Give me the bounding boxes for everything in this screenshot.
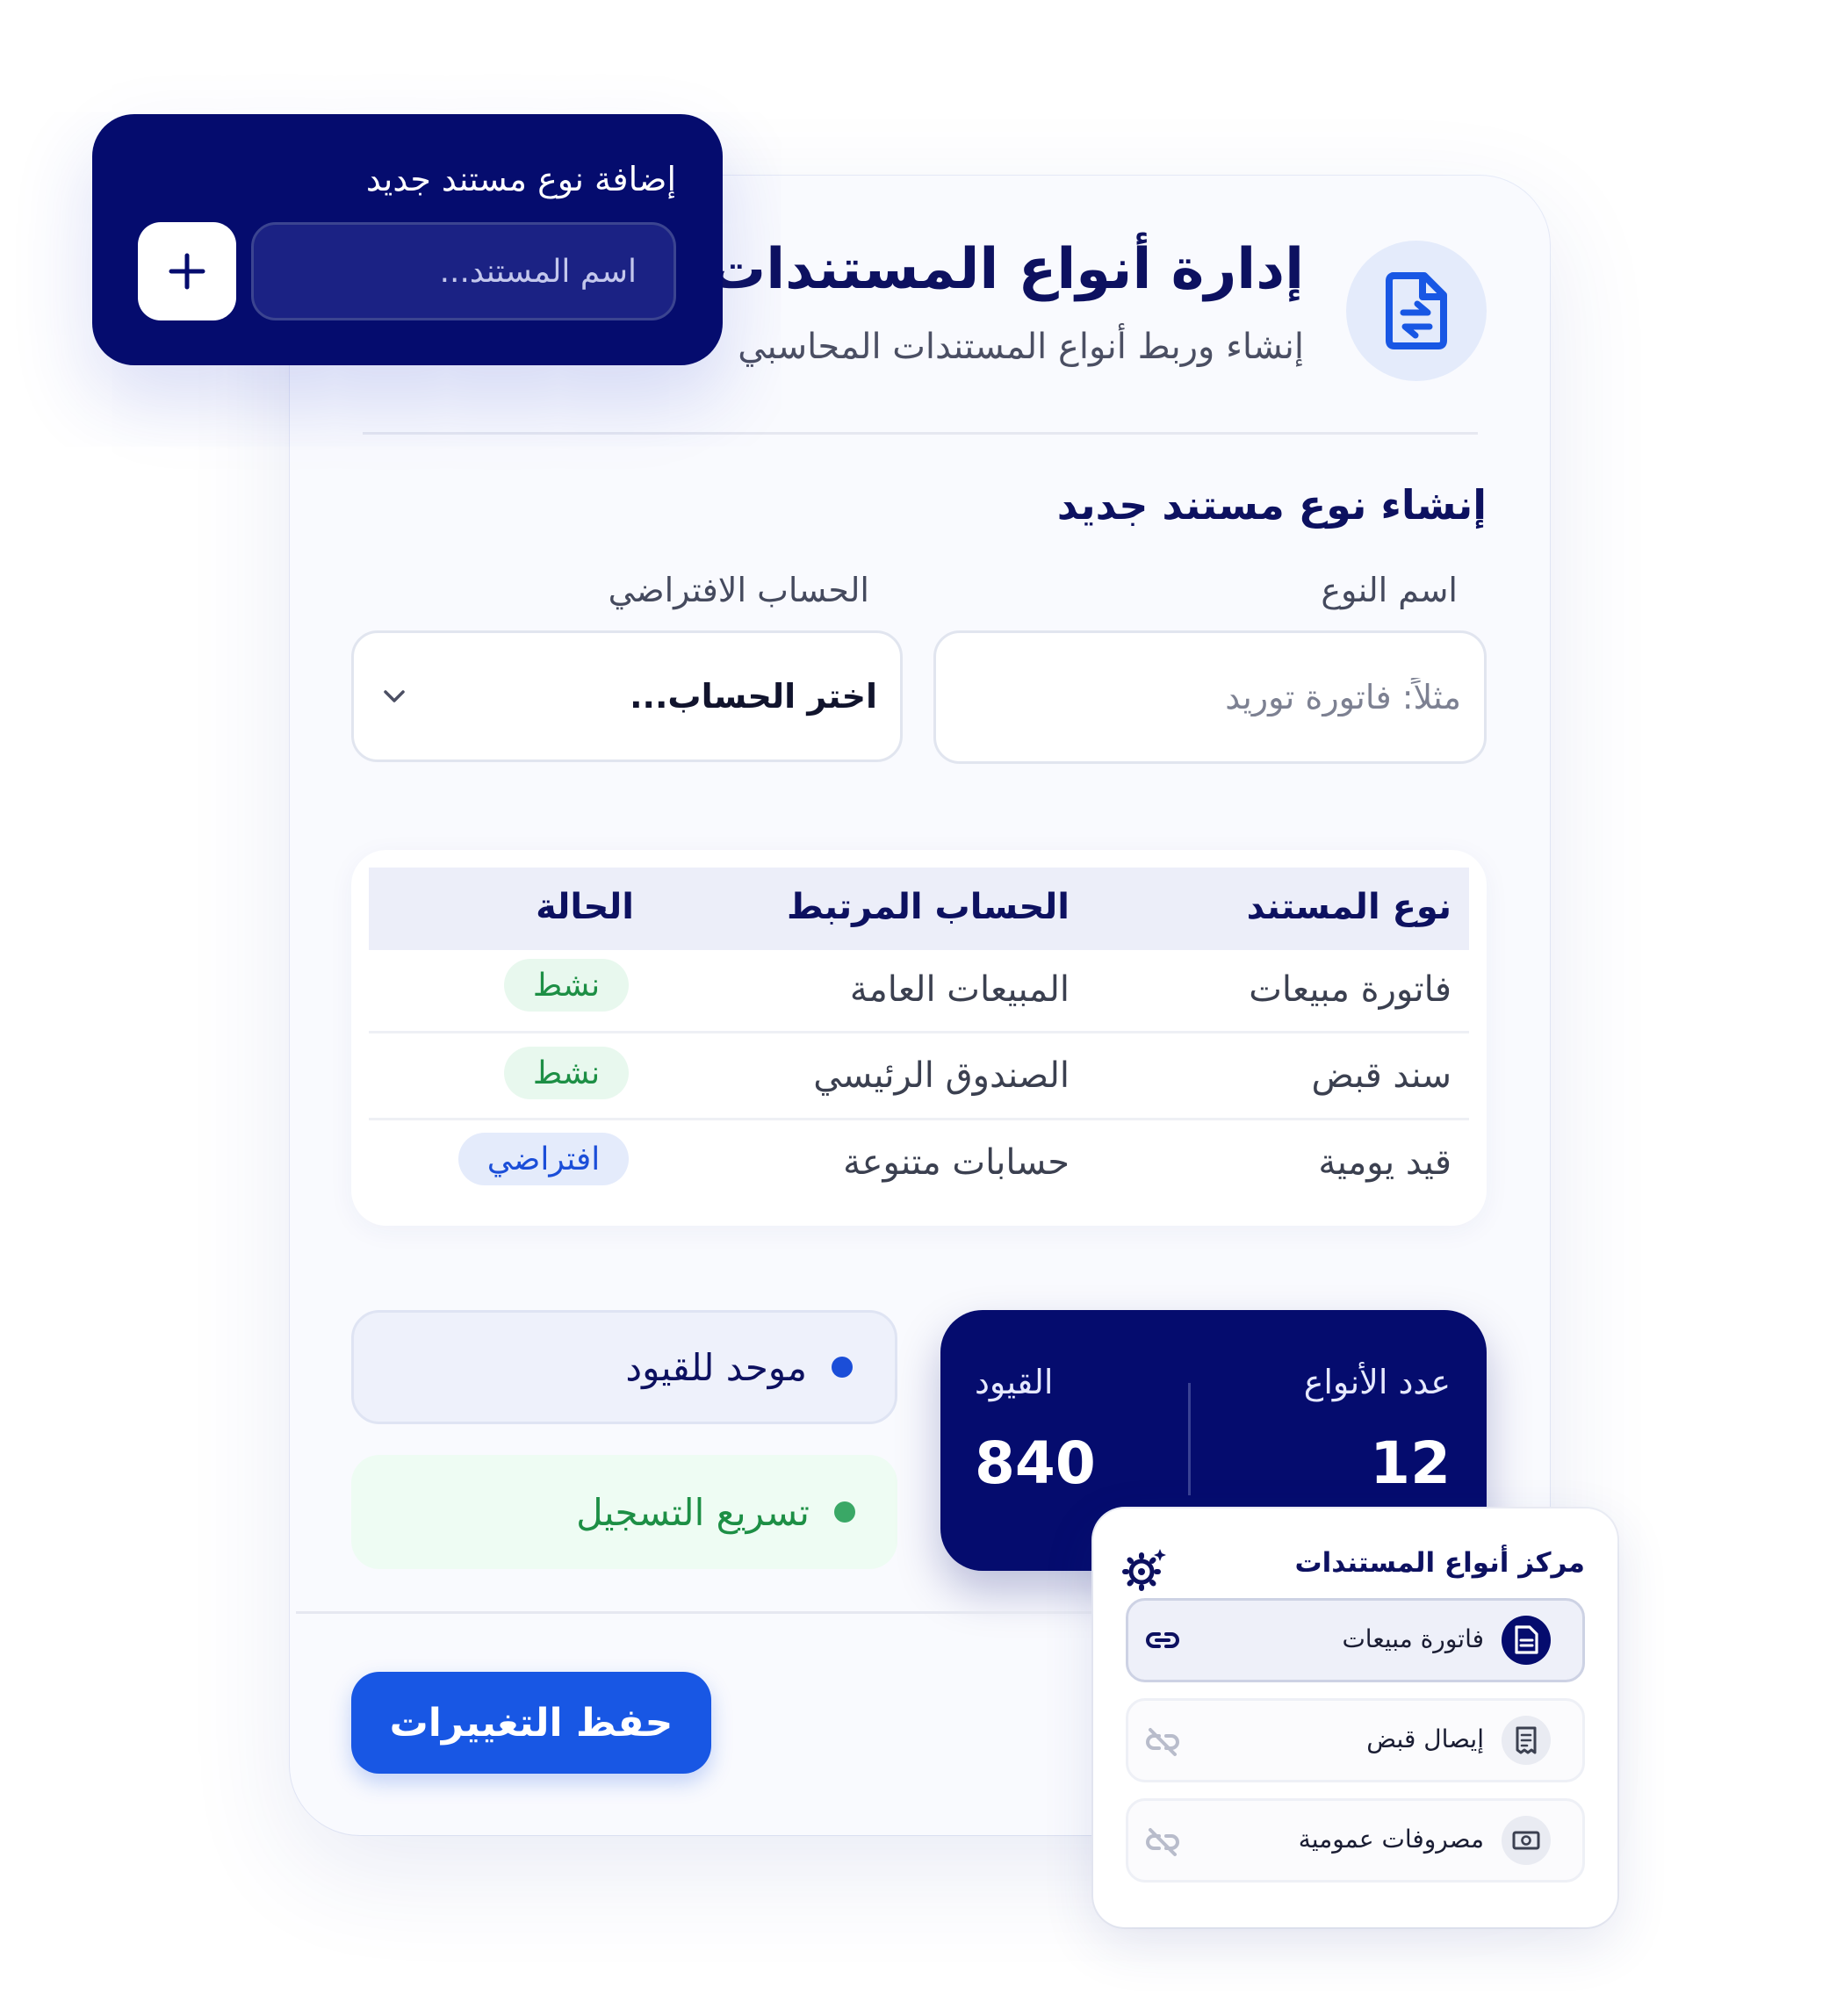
row-2-account: الصندوق الرئيسي: [813, 1055, 1070, 1096]
add-document-button[interactable]: [138, 222, 236, 320]
column-header-status: الحالة: [536, 887, 634, 927]
status-badge: نشط: [504, 1047, 629, 1099]
column-header-type: نوع المستند: [1246, 887, 1451, 927]
type-name-field[interactable]: [933, 630, 1487, 764]
page-subtitle: إنشاء وربط أنواع المستندات المحاسبي: [738, 327, 1304, 367]
unlink-icon[interactable]: [1143, 1723, 1182, 1761]
center-item-label: مصروفات عمومية: [1298, 1825, 1484, 1854]
header-divider: [363, 432, 1478, 435]
unlink-icon[interactable]: [1143, 1823, 1182, 1861]
type-name-input[interactable]: [959, 678, 1461, 716]
feature-chip-unified-entries: موحد للقيود: [351, 1310, 897, 1424]
money-icon: [1502, 1816, 1551, 1865]
row-1-account: المبيعات العامة: [849, 969, 1070, 1010]
types-count-label: عدد الأنواع: [1303, 1363, 1451, 1401]
default-account-label: الحساب الافتراضي: [608, 571, 869, 609]
document-icon: [1502, 1616, 1551, 1665]
page-title: إدارة أنواع المستندات: [709, 237, 1304, 302]
status-badge: افتراضي: [458, 1133, 629, 1185]
status-badge: نشط: [504, 959, 629, 1012]
column-header-account: الحساب المرتبط: [786, 887, 1070, 927]
center-item-label: فاتورة مبيعات: [1342, 1624, 1484, 1653]
gear-sparkle-icon[interactable]: [1122, 1545, 1168, 1591]
quick-add-title: إضافة نوع مستند جديد: [365, 160, 676, 198]
stats-divider: [1188, 1383, 1191, 1495]
feature-label: تسريع التسجيل: [576, 1490, 810, 1534]
entries-count-label: القيود: [975, 1363, 1054, 1401]
default-account-select[interactable]: اختر الحساب...: [351, 630, 903, 762]
row-1-type: فاتورة مبيعات: [1249, 969, 1451, 1010]
link-icon[interactable]: [1143, 1621, 1182, 1660]
plus-icon: [169, 253, 205, 290]
document-exchange-icon: [1386, 272, 1447, 349]
chevron-down-icon: [377, 679, 412, 714]
receipt-icon: [1502, 1716, 1551, 1765]
status-dot: [832, 1357, 853, 1378]
row-2-type: سند قبض: [1311, 1055, 1452, 1096]
form-section-title: إنشاء نوع مستند جديد: [1056, 481, 1487, 529]
types-count-value: 12: [1370, 1429, 1451, 1497]
center-item-label: إيصال قبض: [1366, 1724, 1484, 1753]
entries-count-value: 840: [975, 1429, 1096, 1497]
row-3-type: قيد يومية: [1318, 1142, 1451, 1183]
header-icon-badge: [1346, 241, 1487, 381]
row-3-account: حسابات متنوعة: [843, 1142, 1070, 1183]
type-name-label: اسم النوع: [1321, 571, 1458, 609]
status-dot: [834, 1501, 855, 1523]
document-name-input[interactable]: [291, 253, 637, 290]
center-title: مركز أنواع المستندات: [1294, 1547, 1585, 1579]
document-name-field[interactable]: [251, 222, 676, 320]
row-divider: [369, 1118, 1469, 1120]
feature-label: موحد للقيود: [625, 1345, 807, 1389]
account-select-value: اختر الحساب...: [630, 677, 877, 716]
footer-divider: [296, 1611, 1174, 1614]
feature-chip-fast-recording: تسريع التسجيل: [351, 1455, 897, 1569]
save-changes-button[interactable]: حفظ التغييرات: [351, 1672, 711, 1774]
row-divider: [369, 1031, 1469, 1033]
